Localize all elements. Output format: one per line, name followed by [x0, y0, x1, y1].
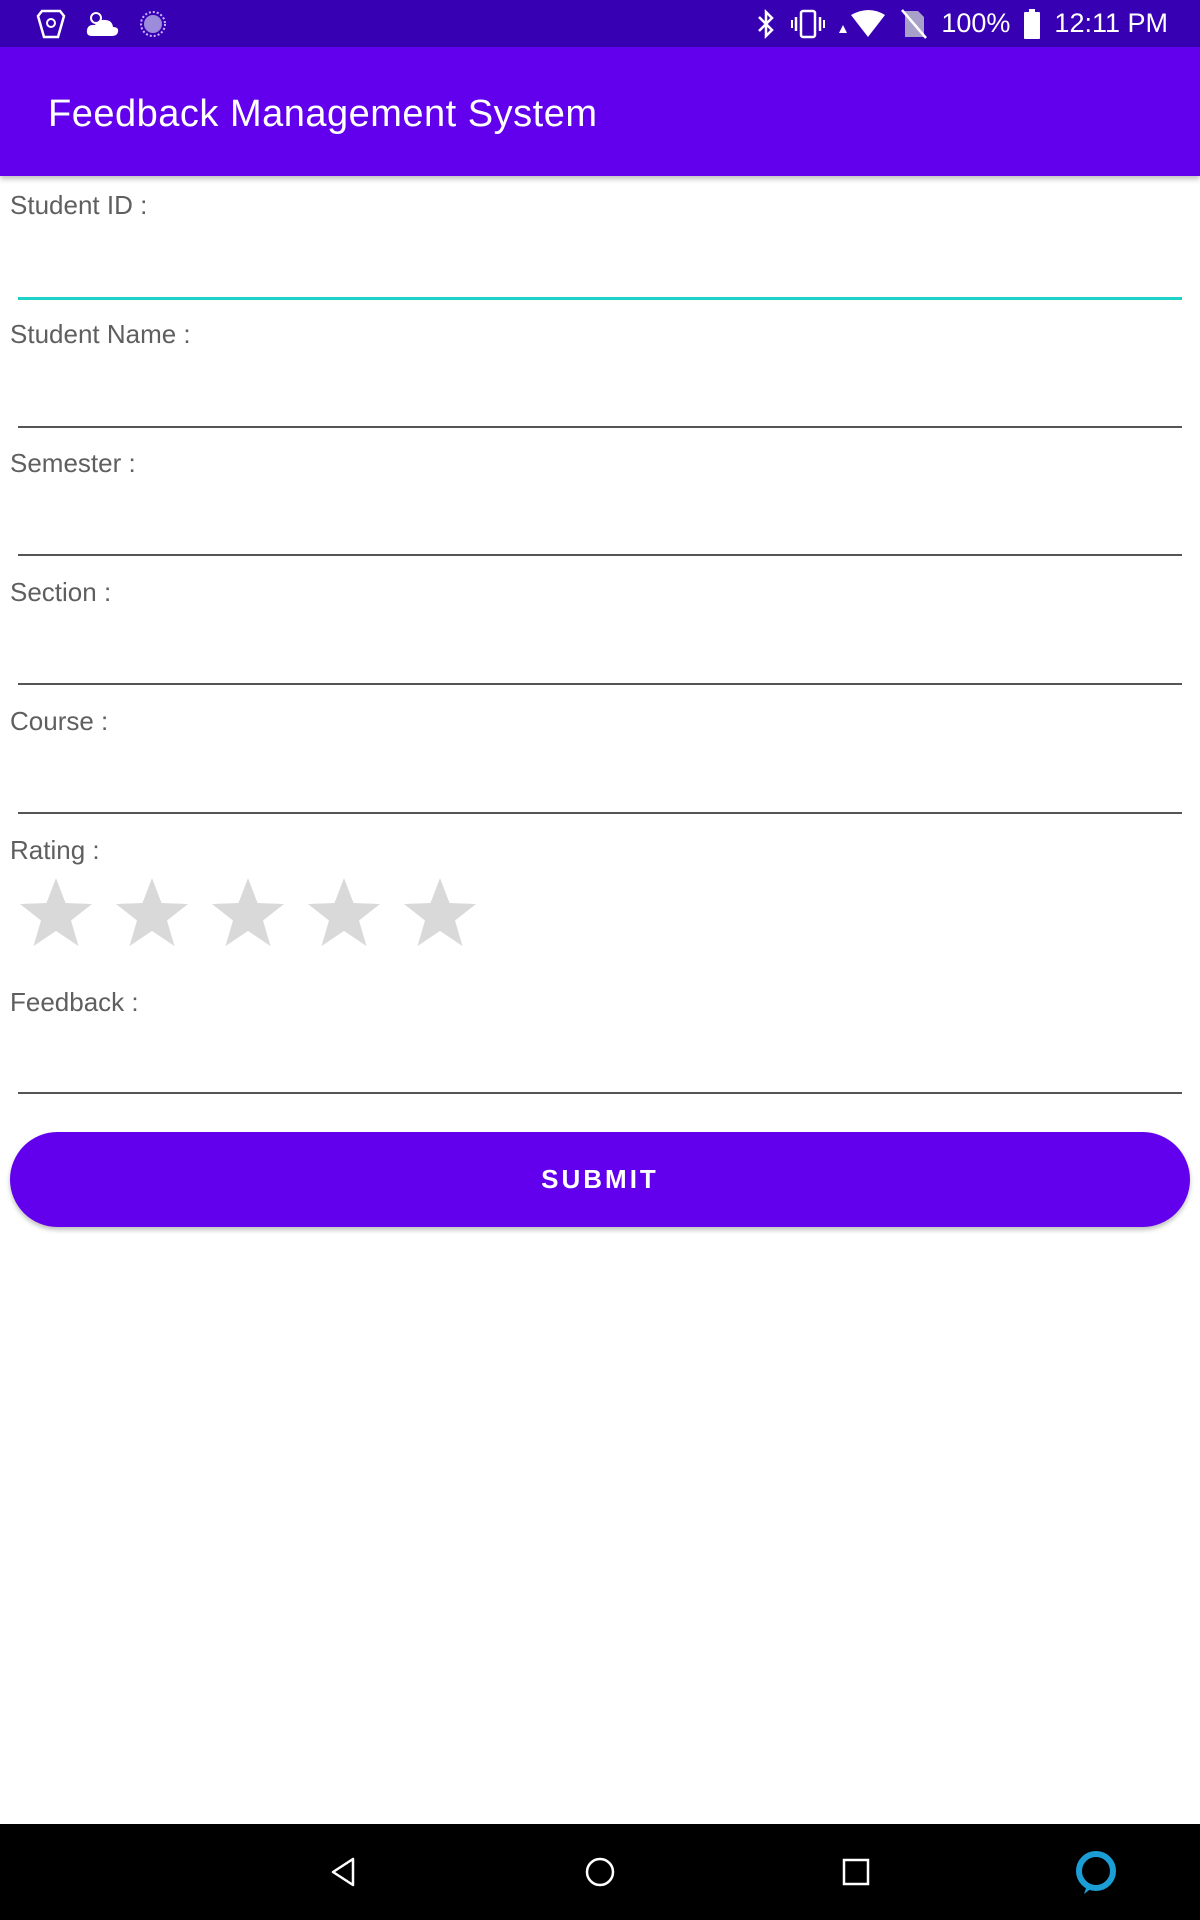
- section-input[interactable]: [18, 625, 1182, 685]
- recents-icon[interactable]: [832, 1848, 880, 1896]
- battery-text: 100%: [941, 8, 1011, 38]
- shield-notification-icon: [36, 8, 66, 40]
- submit-button[interactable]: SUBMIT: [10, 1132, 1190, 1227]
- status-system: 100% 12:11 PM: [755, 0, 1168, 47]
- screen: 100% 12:11 PM Feedback Management System…: [0, 0, 1200, 1920]
- student-id-label: Student ID :: [10, 190, 148, 220]
- rating-star-4-icon[interactable]: [304, 874, 384, 954]
- rating-bar[interactable]: [16, 874, 480, 954]
- app-bar: Feedback Management System: [0, 47, 1200, 176]
- status-notifications: [36, 8, 168, 40]
- section-label: Section :: [10, 577, 112, 607]
- back-icon[interactable]: [320, 1848, 368, 1896]
- status-bar: 100% 12:11 PM: [0, 0, 1200, 47]
- clock: 12:11 PM: [1054, 8, 1168, 38]
- rating-star-1-icon[interactable]: [16, 874, 96, 954]
- student-name-label: Student Name :: [10, 319, 191, 349]
- rating-star-2-icon[interactable]: [112, 874, 192, 954]
- assistant-icon[interactable]: [1072, 1848, 1120, 1896]
- battery-icon: [1024, 8, 1041, 39]
- semester-input[interactable]: [18, 496, 1182, 556]
- weather-icon: [84, 8, 120, 40]
- course-input[interactable]: [18, 754, 1182, 814]
- student-name-input[interactable]: [18, 368, 1182, 428]
- bluetooth-icon: [755, 8, 777, 39]
- vibrate-icon: [791, 9, 826, 39]
- no-sim-icon: [901, 8, 928, 39]
- student-id-input[interactable]: [18, 240, 1182, 300]
- rating-star-3-icon[interactable]: [208, 874, 288, 954]
- feedback-input[interactable]: [18, 1034, 1182, 1094]
- home-icon[interactable]: [576, 1848, 624, 1896]
- semester-label: Semester :: [10, 448, 136, 478]
- rating-label: Rating :: [10, 835, 100, 865]
- course-label: Course :: [10, 706, 109, 736]
- navigation-bar: [0, 1824, 1200, 1920]
- wifi-icon: [839, 9, 887, 39]
- app-title: Feedback Management System: [48, 93, 598, 135]
- sync-icon: [138, 9, 168, 39]
- feedback-label: Feedback :: [10, 987, 139, 1017]
- rating-star-5-icon[interactable]: [400, 874, 480, 954]
